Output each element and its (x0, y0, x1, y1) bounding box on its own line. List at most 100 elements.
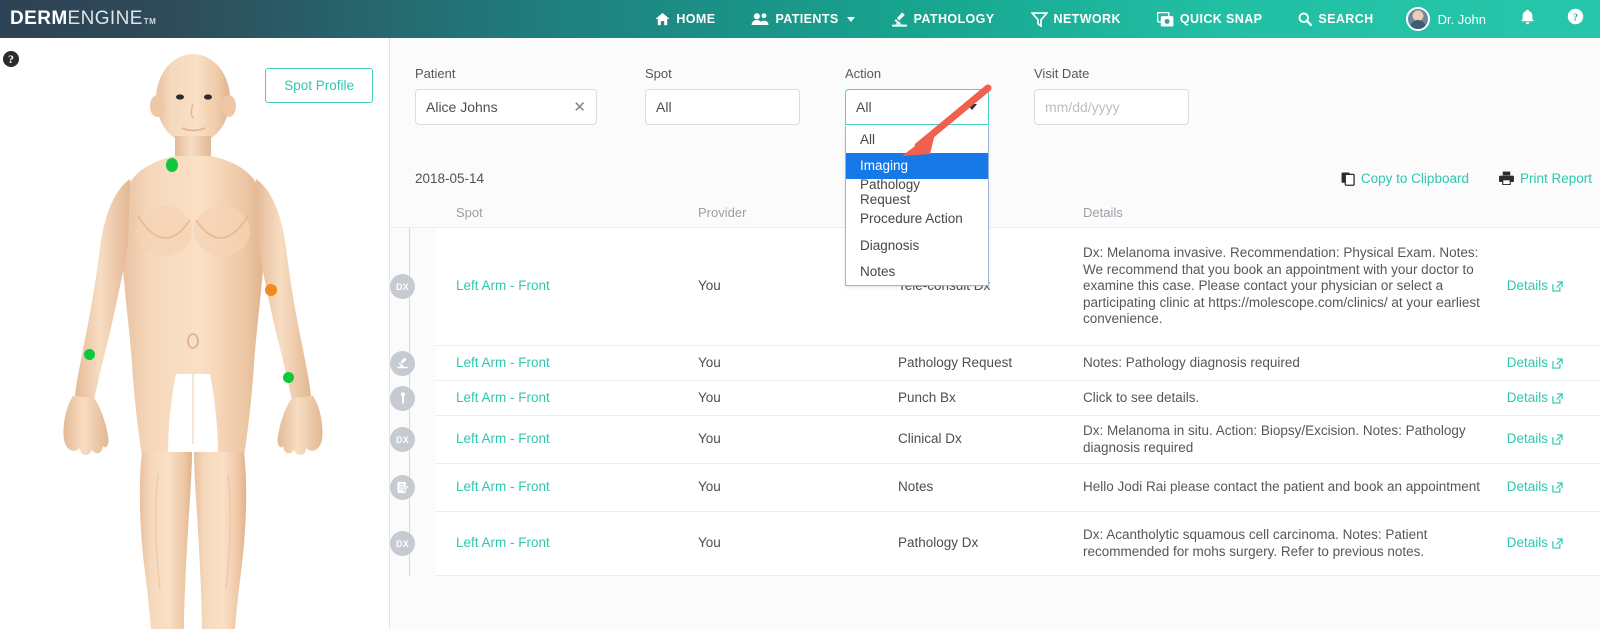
row-spot[interactable]: Left Arm - Front (436, 390, 698, 407)
row-spot[interactable]: Left Arm - Front (436, 355, 698, 372)
chevron-down-icon (847, 17, 855, 22)
spot-input[interactable]: All (645, 89, 800, 125)
print-report-label: Print Report (1520, 171, 1592, 186)
row-details-link[interactable]: Details (1483, 479, 1563, 496)
brand-logo[interactable]: DERMENGINETM (10, 8, 156, 30)
nav-item-search[interactable]: SEARCH (1280, 0, 1391, 38)
svg-text:?: ? (1573, 12, 1578, 24)
nav-item-pathology[interactable]: PATHOLOGY (873, 0, 1013, 38)
action-option-pathology-request[interactable]: Pathology Request (846, 179, 988, 206)
row-details: Dx: Acantholytic squamous cell carcinoma… (1083, 527, 1483, 560)
right-forearm-marker[interactable] (84, 349, 95, 360)
user-menu[interactable]: Dr. John (1392, 7, 1504, 31)
user-name: Dr. John (1438, 12, 1486, 27)
spacer (800, 66, 845, 158)
row-details-link-label: Details (1507, 535, 1548, 552)
copy-to-clipboard-button[interactable]: Copy to Clipboard (1341, 171, 1469, 186)
action-select[interactable]: All (845, 89, 989, 125)
left-upper-arm-marker[interactable] (265, 284, 277, 296)
row-details-link[interactable]: Details (1483, 278, 1563, 295)
brand-tm: TM (144, 17, 156, 26)
punch-badge (390, 386, 415, 411)
clear-patient-icon[interactable]: ✕ (573, 100, 586, 115)
action-option-procedure-action[interactable]: Procedure Action (846, 206, 988, 233)
row-details-link[interactable]: Details (1483, 431, 1563, 448)
nav-item-quick-snap[interactable]: QUICK SNAP (1139, 0, 1280, 38)
filter-bar: Patient Alice Johns ✕ Spot All Action Al… (390, 38, 1600, 158)
nav-label-home: HOME (676, 12, 715, 26)
patient-field: Patient Alice Johns ✕ (415, 66, 597, 158)
row-action: Pathology Request (898, 355, 1083, 372)
row-details-link[interactable]: Details (1483, 390, 1563, 407)
report-header-actions: Copy to Clipboard Print Report (1341, 171, 1600, 186)
nav-item-patients[interactable]: PATIENTS (733, 0, 872, 38)
microscope-icon (891, 12, 908, 27)
row-action: Pathology Dx (898, 535, 1083, 552)
print-report-button[interactable]: Print Report (1499, 171, 1592, 186)
dx-badge: DX (390, 274, 415, 299)
chevron-down-icon (967, 104, 977, 110)
table-row[interactable]: DX Left Arm - Front You Tele-consult Dx … (436, 228, 1600, 346)
row-spot[interactable]: Left Arm - Front (436, 479, 698, 496)
patient-input[interactable]: Alice Johns ✕ (415, 89, 597, 125)
spot-field: Spot All (645, 66, 800, 158)
report-header: 2018-05-14 Copy to Clipboard (390, 158, 1600, 198)
external-link-icon (1552, 538, 1563, 549)
row-details-link-label: Details (1507, 278, 1548, 295)
row-spot[interactable]: Left Arm - Front (436, 431, 698, 448)
bell-icon (1520, 9, 1535, 30)
help-button[interactable]: ? (1551, 8, 1600, 30)
spacer (989, 66, 1034, 158)
row-action: Notes (898, 479, 1083, 496)
app-root: DERMENGINETM HOME PATIENTS (0, 0, 1600, 629)
nav-label-patients: PATIENTS (775, 12, 838, 26)
row-details: Hello Jodi Rai please contact the patien… (1083, 479, 1483, 496)
action-option-notes[interactable]: Notes (846, 259, 988, 286)
row-details: Click to see details. (1083, 390, 1483, 407)
table-row[interactable]: DX Left Arm - Front You Pathology Dx Dx:… (436, 512, 1600, 576)
female-body-front-diagram[interactable] (18, 44, 368, 629)
row-details: Notes: Pathology diagnosis required (1083, 355, 1483, 372)
network-icon (1031, 12, 1048, 27)
external-link-icon (1552, 358, 1563, 369)
camera-icon (1157, 12, 1174, 27)
table-row[interactable]: Left Arm - Front You Pathology Request N… (436, 346, 1600, 381)
nav-item-home[interactable]: HOME (637, 0, 733, 38)
nav-label-quick-snap: QUICK SNAP (1180, 12, 1262, 26)
table-row[interactable]: Left Arm - Front You Notes Hello Jodi Ra… (436, 464, 1600, 512)
printer-icon (1499, 171, 1514, 185)
action-value: All (856, 99, 872, 115)
body-figure[interactable] (0, 38, 390, 629)
action-option-all[interactable]: All (846, 126, 988, 153)
external-link-icon (1552, 482, 1563, 493)
notifications-button[interactable] (1504, 9, 1551, 30)
dx-badge: DX (390, 427, 415, 452)
row-details-link[interactable]: Details (1483, 355, 1563, 372)
action-option-imaging[interactable]: Imaging (846, 153, 988, 180)
row-provider: You (698, 479, 898, 496)
visit-date-label: Visit Date (1034, 66, 1189, 81)
action-option-diagnosis[interactable]: Diagnosis (846, 232, 988, 259)
table-row[interactable]: DX Left Arm - Front You Clinical Dx Dx: … (436, 416, 1600, 464)
col-header-details: Details (1083, 205, 1483, 220)
nav-label-search: SEARCH (1318, 12, 1373, 26)
left-forearm-marker[interactable] (283, 372, 294, 383)
face-marker[interactable] (166, 158, 178, 172)
visit-date-field: Visit Date mm/dd/yyyy (1034, 66, 1189, 158)
visit-date-input[interactable]: mm/dd/yyyy (1034, 89, 1189, 125)
row-details: Dx: Melanoma in situ. Action: Biopsy/Exc… (1083, 423, 1483, 456)
external-link-icon (1552, 393, 1563, 404)
dx-badge: DX (390, 531, 415, 556)
avatar (1406, 7, 1430, 31)
nav-item-network[interactable]: NETWORK (1013, 0, 1139, 38)
home-icon (655, 12, 670, 26)
external-link-icon (1552, 281, 1563, 292)
row-spot[interactable]: Left Arm - Front (436, 535, 698, 552)
row-details-link[interactable]: Details (1483, 535, 1563, 552)
row-spot[interactable]: Left Arm - Front (436, 278, 698, 295)
action-dropdown[interactable]: All Imaging Pathology Request Procedure … (845, 126, 989, 286)
table-row[interactable]: Left Arm - Front You Punch Bx Click to s… (436, 381, 1600, 416)
col-header-spot: Spot (436, 205, 698, 220)
search-icon (1298, 12, 1312, 26)
main-content: Patient Alice Johns ✕ Spot All Action Al… (390, 38, 1600, 629)
